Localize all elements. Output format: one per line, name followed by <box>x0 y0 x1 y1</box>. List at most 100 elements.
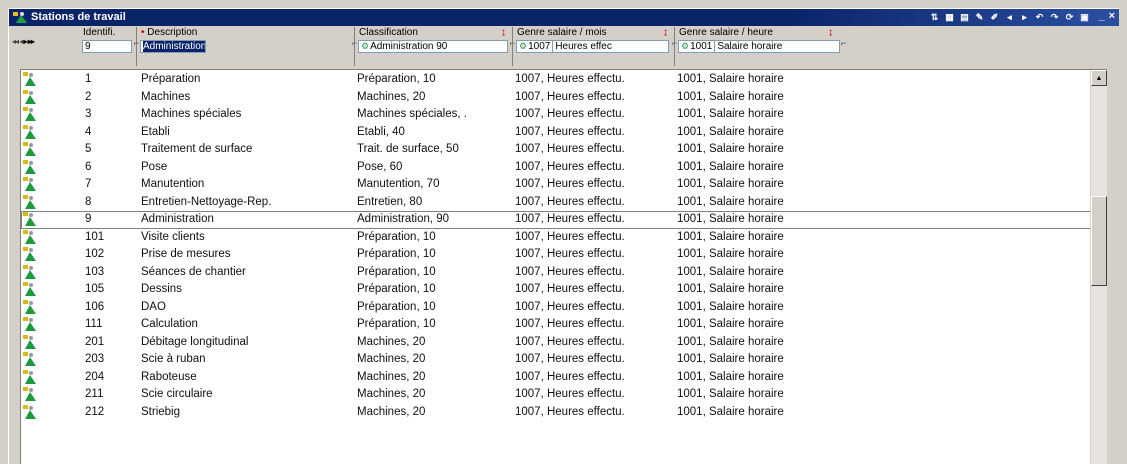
cell-identifier: 105 <box>85 283 105 295</box>
table-row[interactable]: 2 Machines Machines, 20 1007, Heures effect… <box>21 89 1092 107</box>
workstation-icon <box>23 159 36 174</box>
stations-window: Stations de travail ⇅ ▦ ▤ ✎ ✐ ◂ ▸ ↶ ↷ ⟳ … <box>8 8 1119 464</box>
sort-icon[interactable]: ↨ <box>663 27 668 38</box>
column-label-classification: Classification <box>359 27 418 38</box>
close-button[interactable]: × <box>1109 10 1115 22</box>
redo-icon[interactable]: ↷ <box>1048 11 1061 24</box>
table-row[interactable]: 9 Administration Administration, 90 1007, H… <box>21 211 1092 229</box>
cell-genre-heure: 1001, Salaire horaire <box>677 195 784 208</box>
save-icon[interactable]: ▣ <box>1078 11 1091 24</box>
table-row[interactable]: 8 Entretien-Nettoyage-Rep. Entretien, 80 10… <box>21 194 1092 212</box>
edit-icon[interactable]: ✎ <box>973 11 986 24</box>
filter-input-genre-mois[interactable]: ⚙1007 Heures effec <box>516 40 669 53</box>
workstation-icon <box>23 229 36 244</box>
cell-genre-heure: 1001, Salaire horaire <box>677 388 784 400</box>
cell-genre-heure: 1001, Salaire horaire <box>677 125 784 138</box>
column-header-classification[interactable]: Classification ↨ ⚙Administration 90 ⌐ <box>355 27 515 66</box>
prev-record-button[interactable]: ◂ <box>19 37 23 46</box>
cell-description: Manutention <box>141 178 205 190</box>
next-record-button[interactable]: ▸ <box>24 37 28 46</box>
table-row[interactable]: 3 Machines spéciales Machines spéciales, .… <box>21 106 1092 124</box>
cell-genre-heure: 1001, Salaire horaire <box>677 230 784 243</box>
scroll-thumb[interactable] <box>1091 196 1107 286</box>
vertical-scrollbar[interactable]: ▲ <box>1090 70 1107 464</box>
filter-input-genre-heure[interactable]: ⚙1001 Salaire horaire <box>678 40 840 53</box>
cell-genre-mois: 1007, Heures effectu. <box>515 195 625 208</box>
column-header-genre-mois[interactable]: Genre salaire / mois ↨ ⚙1007 Heures effec… <box>513 27 677 66</box>
scroll-up-button[interactable]: ▲ <box>1091 70 1107 86</box>
table-row[interactable]: 105 Dessins Préparation, 10 1007, Heures ef… <box>21 281 1092 299</box>
table-row[interactable]: 204 Raboteuse Machines, 20 1007, Heures eff… <box>21 369 1092 387</box>
table-row[interactable]: 1 Préparation Préparation, 10 1007, Heures … <box>21 71 1092 89</box>
title-bar[interactable]: Stations de travail ⇅ ▦ ▤ ✎ ✐ ◂ ▸ ↶ ↷ ⟳ … <box>9 9 1119 26</box>
cell-classification: Préparation, 10 <box>357 265 436 278</box>
cell-classification: Entretien, 80 <box>357 195 423 208</box>
cell-classification: Préparation, 10 <box>357 300 436 313</box>
first-record-button[interactable]: ◂◂ <box>12 37 19 46</box>
lookup-icon: ⚙ <box>361 41 370 51</box>
cell-genre-heure: 1001, Salaire horaire <box>677 318 784 330</box>
table-icon[interactable]: ▤ <box>958 11 971 24</box>
table-row[interactable]: 211 Scie circulaire Machines, 20 1007, Heur… <box>21 386 1092 404</box>
cell-genre-heure: 1001, Salaire horaire <box>677 108 784 120</box>
arrow-left-icon[interactable]: ◂ <box>1003 11 1016 24</box>
table-row[interactable]: 106 DAO Préparation, 10 1007, Heures effect… <box>21 299 1092 317</box>
required-mark: • <box>141 27 145 38</box>
cell-description: Dessins <box>141 283 182 295</box>
arrow-right-icon[interactable]: ▸ <box>1018 11 1031 24</box>
table-row[interactable]: 103 Séances de chantier Préparation, 10 100… <box>21 264 1092 282</box>
cell-genre-heure: 1001, Salaire horaire <box>677 283 784 295</box>
table-row[interactable]: 212 Striebig Machines, 20 1007, Heures effe… <box>21 404 1092 422</box>
cell-description: Scie circulaire <box>141 388 213 400</box>
table-row[interactable]: 203 Scie à ruban Machines, 20 1007, Heures … <box>21 351 1092 369</box>
undo-icon[interactable]: ↶ <box>1033 11 1046 24</box>
cell-genre-mois: 1007, Heures effectu. <box>515 318 625 330</box>
column-header-description[interactable]: • Description Administration ⌐ <box>137 27 357 66</box>
cell-classification: Pose, 60 <box>357 160 403 173</box>
sort-icon[interactable]: ⇅ <box>928 11 941 24</box>
workstation-icon <box>23 317 36 331</box>
column-header-id[interactable]: Identifi. 9 ⌐ <box>79 27 139 66</box>
workstation-icon <box>23 282 36 296</box>
cell-genre-mois: 1007, Heures effectu. <box>515 178 625 190</box>
table-row[interactable]: 4 Etabli Etabli, 40 1007, Heures effectu. 10… <box>21 124 1092 142</box>
table-row[interactable]: 201 Débitage longitudinal Machines, 20 1007… <box>21 334 1092 352</box>
table-row[interactable]: 6 Pose Pose, 60 1007, Heures effectu. 1001, … <box>21 159 1092 177</box>
filter-input-id[interactable]: 9 <box>82 40 132 53</box>
edit-icon[interactable]: ✐ <box>988 11 1001 24</box>
cell-genre-mois: 1007, Heures effectu. <box>515 370 625 383</box>
cell-description: Entretien-Nettoyage-Rep. <box>141 195 272 208</box>
filter-input-description[interactable]: Administration <box>140 40 206 53</box>
table-row[interactable]: 111 Calculation Préparation, 10 1007, Heure… <box>21 316 1092 334</box>
cell-genre-heure: 1001, Salaire horaire <box>677 178 784 190</box>
cell-description: Visite clients <box>141 230 205 243</box>
cell-identifier: 103 <box>85 265 105 278</box>
cell-genre-heure: 1001, Salaire horaire <box>677 335 784 348</box>
title-toolbar: ⇅ ▦ ▤ ✎ ✐ ◂ ▸ ↶ ↷ ⟳ ▣ <box>928 10 1091 25</box>
workstation-icon <box>23 194 36 209</box>
sort-icon[interactable]: ↨ <box>828 27 833 38</box>
cell-identifier: 203 <box>85 353 105 365</box>
minimize-button[interactable]: _ <box>1098 10 1104 22</box>
table-row[interactable]: 102 Prise de mesures Préparation, 10 1007, … <box>21 246 1092 264</box>
cell-description: Striebig <box>141 405 180 418</box>
cell-classification: Machines, 20 <box>357 405 426 418</box>
records-grid[interactable]: 1 Préparation Préparation, 10 1007, Heures … <box>20 69 1107 464</box>
table-row[interactable]: 101 Visite clients Préparation, 10 1007, He… <box>21 229 1092 247</box>
cell-identifier: 1 <box>85 73 92 85</box>
table-row[interactable]: 5 Traitement de surface Trait. de surface,… <box>21 141 1092 159</box>
cell-identifier: 3 <box>85 108 92 120</box>
table-icon[interactable]: ▦ <box>943 11 956 24</box>
cell-identifier: 2 <box>85 90 92 103</box>
column-header-genre-heure[interactable]: Genre salaire / heure ↨ ⚙1001 Salaire hor… <box>675 27 847 66</box>
workstation-icon <box>23 369 36 384</box>
cell-classification: Machines, 20 <box>357 90 426 103</box>
filter-input-classification[interactable]: ⚙Administration 90 <box>358 40 508 53</box>
table-row[interactable]: 7 Manutention Manutention, 70 1007, Heures … <box>21 176 1092 194</box>
last-record-button[interactable]: ▸▸ <box>28 37 35 46</box>
sort-icon[interactable]: ↨ <box>501 27 506 38</box>
cell-description: Débitage longitudinal <box>141 335 249 348</box>
refresh-icon[interactable]: ⟳ <box>1063 11 1076 24</box>
workstation-icon <box>23 89 36 104</box>
cell-genre-mois: 1007, Heures effectu. <box>515 283 625 295</box>
